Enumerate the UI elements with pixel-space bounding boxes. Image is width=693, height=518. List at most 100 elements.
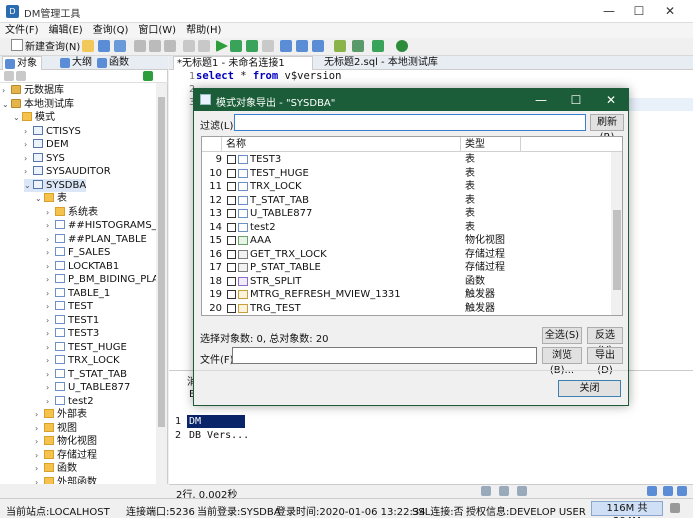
first-page-icon[interactable] <box>481 486 491 496</box>
tab-untitled1[interactable]: *无标题1 - 未命名连接1 <box>173 56 313 70</box>
menu-help[interactable]: 帮助(H) <box>181 23 226 38</box>
save-icon[interactable] <box>98 40 110 52</box>
expand-arrow-icon[interactable]: › <box>46 219 55 233</box>
filter-input[interactable] <box>234 114 586 131</box>
expand-arrow-icon[interactable]: › <box>46 246 55 260</box>
tree-node[interactable]: › TEST_HUGE <box>46 341 127 355</box>
tree-node[interactable]: › TEST <box>46 300 93 314</box>
row-checkbox[interactable] <box>227 276 236 286</box>
cut-icon[interactable] <box>134 40 146 52</box>
tree-node[interactable]: › T_STAT_TAB <box>46 368 127 382</box>
save-all-icon[interactable] <box>114 40 126 52</box>
tree-node[interactable]: ⌄ 表 <box>35 192 67 206</box>
dialog-close-button[interactable]: ✕ <box>599 91 623 109</box>
row-checkbox[interactable] <box>227 222 236 232</box>
text-view-icon[interactable] <box>677 486 687 496</box>
filter-icon[interactable] <box>143 71 153 81</box>
plan-icon[interactable] <box>280 40 292 52</box>
tree-node[interactable]: › 物化视图 <box>35 435 97 449</box>
commit-icon[interactable] <box>296 40 308 52</box>
tab-objects[interactable]: 对象 <box>2 56 42 70</box>
execute-script-icon[interactable] <box>230 40 242 52</box>
tree-node[interactable]: › DEM <box>24 138 69 152</box>
tree-node[interactable]: › 外部函数 <box>35 476 97 485</box>
tree-node[interactable]: › SYS <box>24 152 65 166</box>
expand-arrow-icon[interactable]: › <box>46 273 55 287</box>
row-checkbox[interactable] <box>227 209 236 218</box>
undo-icon[interactable] <box>183 40 195 52</box>
expand-arrow-icon[interactable]: › <box>46 368 55 382</box>
object-row[interactable]: 17 P_STAT_TABLE 存储过程 <box>202 261 612 275</box>
expand-arrow-icon[interactable]: › <box>46 206 55 220</box>
row-checkbox[interactable] <box>227 168 236 178</box>
object-row[interactable]: 18 STR_SPLIT 函数 <box>202 275 612 289</box>
file-path-input[interactable] <box>232 347 537 364</box>
stop-icon[interactable] <box>262 40 274 52</box>
select-all-button[interactable]: 全选(S) <box>542 327 582 344</box>
copy-icon[interactable] <box>149 40 161 52</box>
expand-arrow-icon[interactable]: › <box>35 462 44 476</box>
object-row[interactable]: 20 TRG_TEST 触发器 <box>202 302 612 316</box>
row-checkbox[interactable] <box>227 263 236 272</box>
object-row[interactable]: 16 GET_TRX_LOCK 存储过程 <box>202 248 612 262</box>
paste-icon[interactable] <box>164 40 176 52</box>
collapse-arrow-icon[interactable]: ⌄ <box>35 192 44 206</box>
expand-arrow-icon[interactable]: › <box>46 314 55 328</box>
tree-node[interactable]: › 存储过程 <box>35 449 97 463</box>
object-row[interactable]: 9 TEST3 表 <box>202 153 612 167</box>
grid-view-icon[interactable] <box>663 486 673 496</box>
object-row[interactable]: 15 AAA 物化视图 <box>202 234 612 248</box>
tree-node[interactable]: › P_BM_BIDING_PLA <box>46 273 156 287</box>
debug-icon[interactable] <box>396 40 408 52</box>
format-icon[interactable] <box>334 40 346 52</box>
expand-arrow-icon[interactable]: › <box>35 476 44 485</box>
dialog-minimize-button[interactable]: — <box>529 91 553 109</box>
menu-query[interactable]: 查询(Q) <box>88 23 134 38</box>
expand-arrow-icon[interactable]: › <box>46 300 55 314</box>
tree-node[interactable]: › CTISYS <box>24 125 81 139</box>
tree-node[interactable]: › TEST3 <box>46 327 99 341</box>
maximize-button[interactable]: ☐ <box>626 2 652 20</box>
expand-arrow-icon[interactable]: › <box>35 449 44 463</box>
rollback-icon[interactable] <box>312 40 324 52</box>
row-checkbox[interactable] <box>227 290 236 299</box>
object-row[interactable]: 19 MTRG_REFRESH_MVIEW_1331 触发器 <box>202 288 612 302</box>
tab-untitled2-sql[interactable]: 无标题2.sql - 本地测试库 <box>321 56 471 70</box>
tree-node[interactable]: ⌄ SYSDBA <box>24 178 87 193</box>
expand-arrow-icon[interactable]: › <box>24 125 33 139</box>
tree-scrollbar[interactable] <box>156 83 167 484</box>
grid-header-type[interactable]: 类型 <box>461 137 521 152</box>
row-checkbox[interactable] <box>227 155 236 164</box>
expand-arrow-icon[interactable]: › <box>46 381 55 395</box>
close-button[interactable]: ✕ <box>657 2 683 20</box>
expand-arrow-icon[interactable]: › <box>46 287 55 301</box>
expand-arrow-icon[interactable]: › <box>35 422 44 436</box>
expand-arrow-icon[interactable]: › <box>46 341 55 355</box>
expand-arrow-icon[interactable]: › <box>46 260 55 274</box>
menu-window[interactable]: 窗口(W) <box>133 23 181 38</box>
tree-node[interactable]: › SYSAUDITOR <box>24 165 111 179</box>
step-icon[interactable] <box>372 40 384 52</box>
object-row[interactable]: 13 U_TABLE877 表 <box>202 207 612 221</box>
grid-header-name[interactable]: 名称 <box>222 137 461 152</box>
memory-usage[interactable]: 116M 共 294M <box>591 501 663 518</box>
dialog-close-action-button[interactable]: 关闭 <box>558 380 621 397</box>
tab-functions[interactable]: 函数 <box>95 56 129 70</box>
expand-arrow-icon[interactable]: › <box>24 165 33 179</box>
expand-arrow-icon[interactable]: › <box>46 354 55 368</box>
expand-arrow-icon[interactable]: › <box>24 152 33 166</box>
next-page-icon[interactable] <box>517 486 527 496</box>
expand-arrow-icon[interactable]: › <box>24 138 33 152</box>
collapse-arrow-icon[interactable]: ⌄ <box>13 111 22 125</box>
tree-node[interactable]: › 外部表 <box>35 408 87 422</box>
open-icon[interactable] <box>82 40 94 52</box>
refresh-button[interactable]: 刷新(R) <box>590 114 624 143</box>
expand-arrow-icon[interactable]: › <box>35 408 44 422</box>
grid-scrollbar[interactable] <box>611 152 622 315</box>
tree-node[interactable]: ⌄ 本地测试库 <box>2 98 74 112</box>
minimize-button[interactable]: — <box>596 2 622 20</box>
expand-arrow-icon[interactable]: › <box>46 233 55 247</box>
collapse-arrow-icon[interactable]: ⌄ <box>2 98 11 112</box>
collapse-arrow-icon[interactable]: ⌄ <box>24 179 33 193</box>
expand-arrow-icon[interactable]: › <box>46 327 55 341</box>
